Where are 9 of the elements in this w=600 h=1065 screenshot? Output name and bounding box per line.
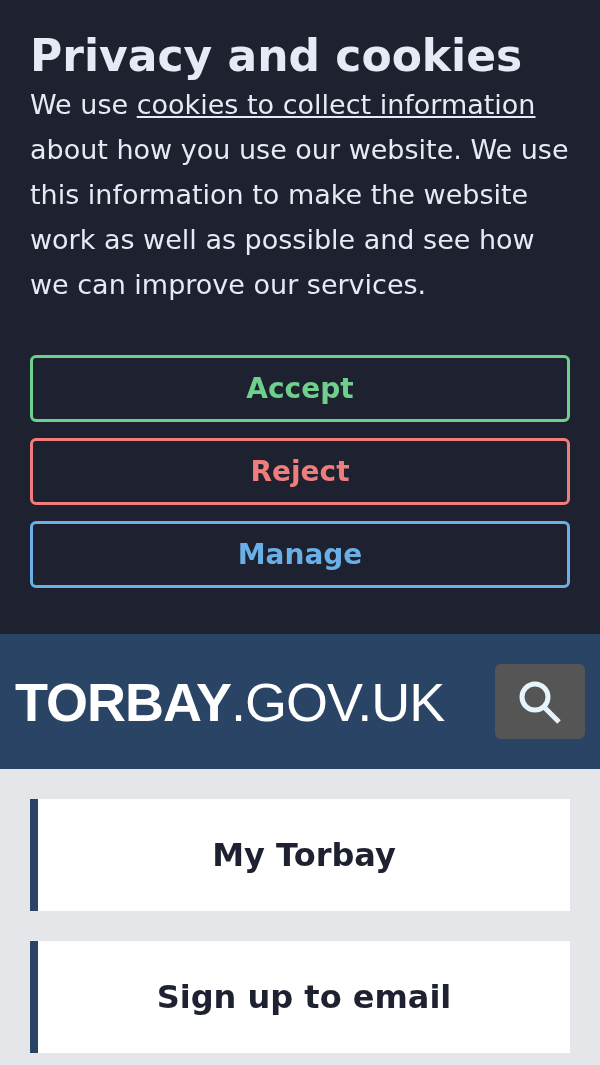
banner-text: We use cookies to collect information about how you use our website. We use this information to make the website work as well as possible and see how we can improve our services. <box>30 88 570 302</box>
banner-title: Privacy and cookies <box>30 30 524 82</box>
consent-button[interactable]: Reject <box>30 438 570 505</box>
consent-button[interactable]: Accept <box>30 355 570 422</box>
consent-button[interactable]: Manage <box>30 521 570 588</box>
cookies-link[interactable]: cookies to collect information <box>136 89 536 120</box>
menu-link[interactable]: My Torbay <box>30 799 570 911</box>
search-button[interactable] <box>495 664 585 739</box>
menu-link[interactable]: Sign up to email <box>30 941 570 1053</box>
